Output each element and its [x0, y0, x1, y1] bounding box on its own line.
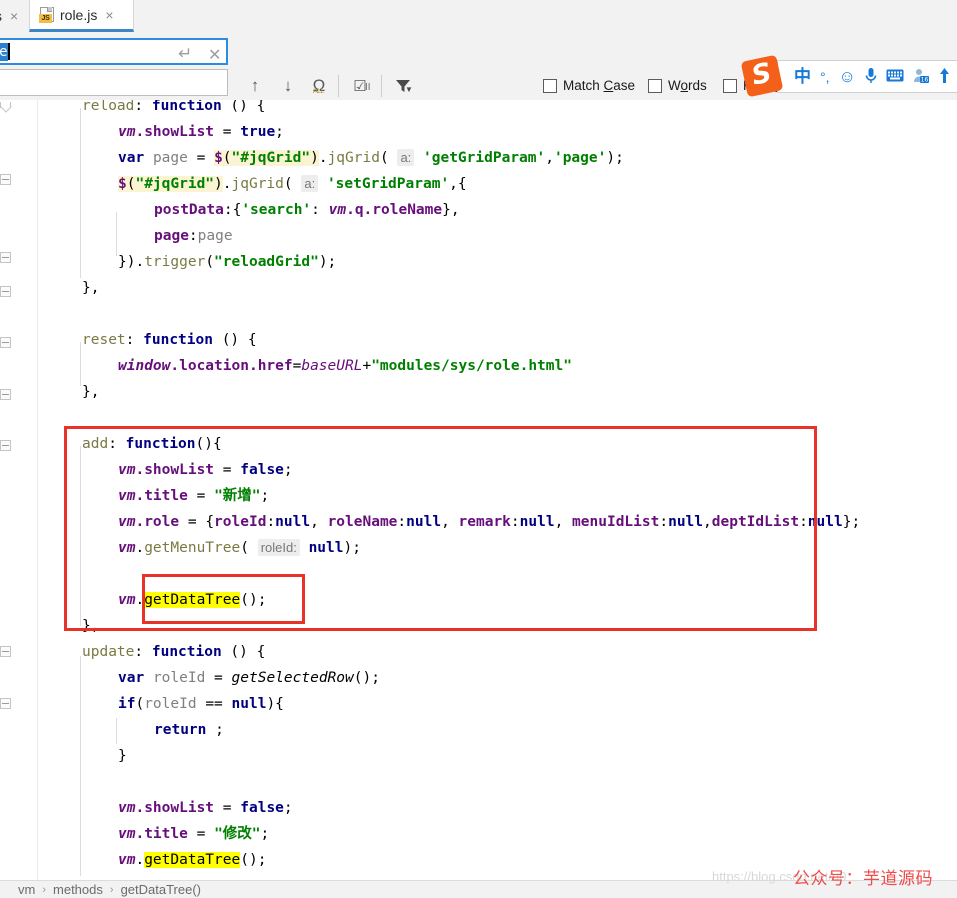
code-line: vm.showList = true; [118, 124, 284, 140]
fold-marker[interactable] [0, 698, 13, 711]
code-line: }, [82, 384, 100, 400]
gutter-divider [37, 100, 38, 880]
code-line: vm.getDataTree(); [118, 852, 267, 868]
arrow-down-glyph: ↓ [283, 76, 293, 95]
code-line: var page = $("#jqGrid").jqGrid( a: 'getG… [118, 149, 624, 166]
annotation-box-getdatatree [142, 574, 305, 624]
find-previous-icon[interactable]: ↑ [242, 74, 268, 98]
watermark-wechat: 公众号：芋道源码 [793, 869, 933, 889]
text-caret [7, 43, 10, 60]
editor-gutter[interactable] [0, 100, 61, 880]
clear-search-icon[interactable]: ✕ [208, 45, 221, 65]
arrow-up-glyph: ↑ [250, 76, 260, 95]
js-badge-label: JS [39, 13, 52, 23]
close-icon[interactable]: × [105, 8, 113, 22]
code-line: reset: function () { [82, 332, 257, 348]
tab-partial-label: s [0, 8, 2, 24]
code-editor[interactable]: reload: function () { vm.showList = true… [60, 100, 957, 880]
indent-guide [116, 212, 117, 256]
search-match-highlight: getDataTree [144, 852, 241, 868]
fold-marker[interactable] [0, 337, 13, 350]
indent-guide [80, 656, 81, 876]
search-input-value: taTree [0, 42, 8, 61]
words-checkbox-box[interactable] [648, 78, 662, 93]
indent-guide [116, 718, 117, 744]
multiline-toggle-icon[interactable]: ☑ II [347, 74, 373, 98]
tab-role-js-label: role.js [60, 6, 98, 23]
code-line: postData:{'search': vm.q.roleName}, [154, 202, 460, 218]
editor-tab-bar: s × JS role.js × [0, 0, 957, 34]
breadcrumb-item-methods[interactable]: methods [53, 882, 103, 897]
multiline-sub-label: II [365, 82, 371, 93]
match-case-checkbox[interactable]: Match Case [543, 78, 635, 93]
ime-soft-keyboard-icon[interactable] [886, 69, 904, 85]
code-line: vm.showList = false; [118, 462, 293, 478]
ime-user-icon[interactable]: 16 [913, 68, 930, 86]
sogou-logo-icon[interactable]: S [740, 54, 784, 98]
indent-guide [80, 342, 81, 386]
code-line: var roleId = getSelectedRow(); [118, 670, 380, 686]
ime-voice-input-icon[interactable] [865, 67, 877, 87]
close-icon[interactable]: × [10, 9, 18, 23]
breadcrumb-item-vm[interactable]: vm [18, 882, 35, 897]
fold-marker[interactable] [0, 646, 13, 659]
words-checkbox[interactable]: Words [648, 78, 707, 93]
replace-field[interactable] [0, 69, 228, 96]
ime-chinese-mode-icon[interactable]: 中 [794, 68, 811, 85]
search-field[interactable]: taTree ↵ ✕ [0, 38, 228, 65]
toolbar-divider [381, 75, 382, 97]
code-line: }).trigger("reloadGrid"); [118, 254, 337, 270]
chevron-right-icon: › [109, 883, 114, 896]
javascript-file-icon: JS [39, 6, 54, 23]
code-line: add: function(){ [82, 436, 222, 452]
code-line: vm.showList = false; [118, 800, 293, 816]
code-line: vm.getMenuTree( roleId: null); [118, 539, 361, 556]
chevron-down-icon: ▼ [405, 85, 413, 94]
code-line: return ; [154, 722, 224, 738]
ime-emoji-icon[interactable]: ☺ [839, 68, 856, 85]
code-line: $("#jqGrid").jqGrid( a: 'setGridParam',{ [118, 175, 467, 192]
fold-marker[interactable] [0, 389, 13, 402]
fold-marker[interactable] [0, 440, 13, 453]
code-line: } [118, 748, 127, 764]
tab-partial[interactable]: s × [0, 0, 28, 32]
code-line: page:page [154, 228, 233, 244]
code-line: update: function () { [82, 644, 266, 660]
chevron-right-icon: › [42, 883, 47, 896]
select-all-occurrences-icon[interactable]: Ω ALL [306, 74, 332, 98]
words-label: Words [668, 78, 707, 93]
fold-marker[interactable] [0, 174, 13, 187]
code-line: vm.title = "修改"; [118, 826, 270, 842]
all-sub-label: ALL [313, 88, 324, 95]
ime-more-icon[interactable] [939, 67, 950, 86]
regex-checkbox-box[interactable] [723, 78, 737, 93]
code-line: }, [82, 280, 100, 296]
indent-guide [80, 446, 81, 626]
filter-icon[interactable]: ▼ [390, 74, 416, 98]
sogou-ime-toolbar[interactable]: 中 °, ☺ 16 [777, 60, 957, 93]
tab-role-js[interactable]: JS role.js × [29, 0, 134, 32]
match-case-checkbox-box[interactable] [543, 78, 557, 93]
fold-marker-tip[interactable] [0, 102, 11, 108]
fold-marker[interactable] [0, 286, 13, 299]
code-line: window.location.href=baseURL+"modules/sy… [118, 358, 572, 374]
indent-guide [80, 108, 81, 278]
code-line: }, [82, 618, 100, 634]
match-case-label: Match Case [563, 78, 636, 93]
code-line: if(roleId == null){ [118, 696, 284, 712]
toolbar-divider [338, 75, 339, 97]
code-line: reload: function () { [82, 100, 266, 114]
code-line: vm.title = "新增"; [118, 488, 270, 504]
breadcrumb-item-getdatatree[interactable]: getDataTree() [121, 882, 201, 897]
code-line: vm.role = {roleId:null, roleName:null, r… [118, 514, 861, 530]
fold-marker[interactable] [0, 252, 13, 265]
svg-text:16: 16 [921, 76, 929, 82]
find-next-icon[interactable]: ↓ [275, 74, 301, 98]
ime-punctuation-icon[interactable]: °, [820, 70, 830, 84]
new-line-icon[interactable]: ↵ [178, 44, 192, 64]
